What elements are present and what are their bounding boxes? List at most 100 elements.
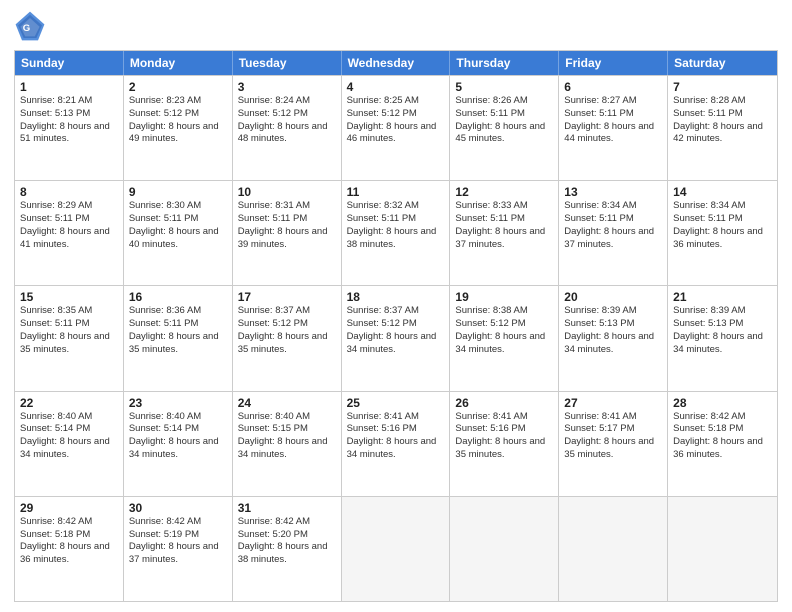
day-info: Sunrise: 8:33 AMSunset: 5:11 PMDaylight:… (455, 200, 553, 251)
calendar-header: SundayMondayTuesdayWednesdayThursdayFrid… (15, 51, 777, 75)
day-cell-12: 12Sunrise: 8:33 AMSunset: 5:11 PMDayligh… (450, 181, 559, 285)
header-day-thursday: Thursday (450, 51, 559, 75)
day-number: 31 (238, 501, 336, 515)
header-day-tuesday: Tuesday (233, 51, 342, 75)
day-number: 28 (673, 396, 772, 410)
week-row-3: 15Sunrise: 8:35 AMSunset: 5:11 PMDayligh… (15, 285, 777, 390)
day-number: 5 (455, 80, 553, 94)
day-number: 8 (20, 185, 118, 199)
empty-cell (450, 497, 559, 601)
day-number: 19 (455, 290, 553, 304)
day-info: Sunrise: 8:42 AMSunset: 5:20 PMDaylight:… (238, 516, 336, 567)
header-day-sunday: Sunday (15, 51, 124, 75)
day-info: Sunrise: 8:31 AMSunset: 5:11 PMDaylight:… (238, 200, 336, 251)
header-day-wednesday: Wednesday (342, 51, 451, 75)
day-info: Sunrise: 8:28 AMSunset: 5:11 PMDaylight:… (673, 95, 772, 146)
day-cell-29: 29Sunrise: 8:42 AMSunset: 5:18 PMDayligh… (15, 497, 124, 601)
calendar: SundayMondayTuesdayWednesdayThursdayFrid… (14, 50, 778, 602)
day-info: Sunrise: 8:25 AMSunset: 5:12 PMDaylight:… (347, 95, 445, 146)
header-day-saturday: Saturday (668, 51, 777, 75)
day-number: 21 (673, 290, 772, 304)
logo: G (14, 10, 50, 42)
day-number: 16 (129, 290, 227, 304)
day-info: Sunrise: 8:30 AMSunset: 5:11 PMDaylight:… (129, 200, 227, 251)
day-cell-20: 20Sunrise: 8:39 AMSunset: 5:13 PMDayligh… (559, 286, 668, 390)
day-cell-7: 7Sunrise: 8:28 AMSunset: 5:11 PMDaylight… (668, 76, 777, 180)
day-cell-11: 11Sunrise: 8:32 AMSunset: 5:11 PMDayligh… (342, 181, 451, 285)
day-number: 6 (564, 80, 662, 94)
day-number: 2 (129, 80, 227, 94)
day-number: 20 (564, 290, 662, 304)
day-info: Sunrise: 8:23 AMSunset: 5:12 PMDaylight:… (129, 95, 227, 146)
day-number: 4 (347, 80, 445, 94)
day-cell-22: 22Sunrise: 8:40 AMSunset: 5:14 PMDayligh… (15, 392, 124, 496)
day-number: 17 (238, 290, 336, 304)
day-number: 30 (129, 501, 227, 515)
day-number: 29 (20, 501, 118, 515)
day-info: Sunrise: 8:39 AMSunset: 5:13 PMDaylight:… (673, 305, 772, 356)
day-cell-30: 30Sunrise: 8:42 AMSunset: 5:19 PMDayligh… (124, 497, 233, 601)
day-info: Sunrise: 8:35 AMSunset: 5:11 PMDaylight:… (20, 305, 118, 356)
day-info: Sunrise: 8:34 AMSunset: 5:11 PMDaylight:… (673, 200, 772, 251)
week-row-5: 29Sunrise: 8:42 AMSunset: 5:18 PMDayligh… (15, 496, 777, 601)
day-info: Sunrise: 8:41 AMSunset: 5:16 PMDaylight:… (455, 411, 553, 462)
day-cell-26: 26Sunrise: 8:41 AMSunset: 5:16 PMDayligh… (450, 392, 559, 496)
header-day-friday: Friday (559, 51, 668, 75)
day-info: Sunrise: 8:42 AMSunset: 5:18 PMDaylight:… (673, 411, 772, 462)
calendar-body: 1Sunrise: 8:21 AMSunset: 5:13 PMDaylight… (15, 75, 777, 601)
day-cell-3: 3Sunrise: 8:24 AMSunset: 5:12 PMDaylight… (233, 76, 342, 180)
week-row-1: 1Sunrise: 8:21 AMSunset: 5:13 PMDaylight… (15, 75, 777, 180)
day-info: Sunrise: 8:36 AMSunset: 5:11 PMDaylight:… (129, 305, 227, 356)
day-info: Sunrise: 8:21 AMSunset: 5:13 PMDaylight:… (20, 95, 118, 146)
day-number: 14 (673, 185, 772, 199)
day-cell-25: 25Sunrise: 8:41 AMSunset: 5:16 PMDayligh… (342, 392, 451, 496)
day-number: 15 (20, 290, 118, 304)
day-number: 7 (673, 80, 772, 94)
day-cell-8: 8Sunrise: 8:29 AMSunset: 5:11 PMDaylight… (15, 181, 124, 285)
day-number: 22 (20, 396, 118, 410)
week-row-2: 8Sunrise: 8:29 AMSunset: 5:11 PMDaylight… (15, 180, 777, 285)
empty-cell (342, 497, 451, 601)
day-number: 10 (238, 185, 336, 199)
week-row-4: 22Sunrise: 8:40 AMSunset: 5:14 PMDayligh… (15, 391, 777, 496)
day-cell-28: 28Sunrise: 8:42 AMSunset: 5:18 PMDayligh… (668, 392, 777, 496)
day-cell-4: 4Sunrise: 8:25 AMSunset: 5:12 PMDaylight… (342, 76, 451, 180)
day-number: 26 (455, 396, 553, 410)
day-number: 13 (564, 185, 662, 199)
day-info: Sunrise: 8:42 AMSunset: 5:18 PMDaylight:… (20, 516, 118, 567)
day-cell-13: 13Sunrise: 8:34 AMSunset: 5:11 PMDayligh… (559, 181, 668, 285)
day-number: 27 (564, 396, 662, 410)
day-cell-5: 5Sunrise: 8:26 AMSunset: 5:11 PMDaylight… (450, 76, 559, 180)
logo-icon: G (14, 10, 46, 42)
day-info: Sunrise: 8:40 AMSunset: 5:15 PMDaylight:… (238, 411, 336, 462)
day-number: 11 (347, 185, 445, 199)
day-number: 3 (238, 80, 336, 94)
day-cell-6: 6Sunrise: 8:27 AMSunset: 5:11 PMDaylight… (559, 76, 668, 180)
day-info: Sunrise: 8:37 AMSunset: 5:12 PMDaylight:… (238, 305, 336, 356)
day-info: Sunrise: 8:34 AMSunset: 5:11 PMDaylight:… (564, 200, 662, 251)
day-cell-15: 15Sunrise: 8:35 AMSunset: 5:11 PMDayligh… (15, 286, 124, 390)
day-info: Sunrise: 8:38 AMSunset: 5:12 PMDaylight:… (455, 305, 553, 356)
day-cell-19: 19Sunrise: 8:38 AMSunset: 5:12 PMDayligh… (450, 286, 559, 390)
day-info: Sunrise: 8:42 AMSunset: 5:19 PMDaylight:… (129, 516, 227, 567)
day-info: Sunrise: 8:41 AMSunset: 5:16 PMDaylight:… (347, 411, 445, 462)
empty-cell (668, 497, 777, 601)
day-cell-21: 21Sunrise: 8:39 AMSunset: 5:13 PMDayligh… (668, 286, 777, 390)
day-number: 12 (455, 185, 553, 199)
day-info: Sunrise: 8:26 AMSunset: 5:11 PMDaylight:… (455, 95, 553, 146)
svg-text:G: G (23, 23, 30, 34)
day-info: Sunrise: 8:27 AMSunset: 5:11 PMDaylight:… (564, 95, 662, 146)
day-info: Sunrise: 8:37 AMSunset: 5:12 PMDaylight:… (347, 305, 445, 356)
day-number: 24 (238, 396, 336, 410)
day-cell-27: 27Sunrise: 8:41 AMSunset: 5:17 PMDayligh… (559, 392, 668, 496)
day-number: 25 (347, 396, 445, 410)
day-info: Sunrise: 8:40 AMSunset: 5:14 PMDaylight:… (129, 411, 227, 462)
day-cell-1: 1Sunrise: 8:21 AMSunset: 5:13 PMDaylight… (15, 76, 124, 180)
day-cell-9: 9Sunrise: 8:30 AMSunset: 5:11 PMDaylight… (124, 181, 233, 285)
day-cell-17: 17Sunrise: 8:37 AMSunset: 5:12 PMDayligh… (233, 286, 342, 390)
day-info: Sunrise: 8:40 AMSunset: 5:14 PMDaylight:… (20, 411, 118, 462)
day-cell-14: 14Sunrise: 8:34 AMSunset: 5:11 PMDayligh… (668, 181, 777, 285)
day-cell-16: 16Sunrise: 8:36 AMSunset: 5:11 PMDayligh… (124, 286, 233, 390)
day-cell-23: 23Sunrise: 8:40 AMSunset: 5:14 PMDayligh… (124, 392, 233, 496)
day-info: Sunrise: 8:29 AMSunset: 5:11 PMDaylight:… (20, 200, 118, 251)
